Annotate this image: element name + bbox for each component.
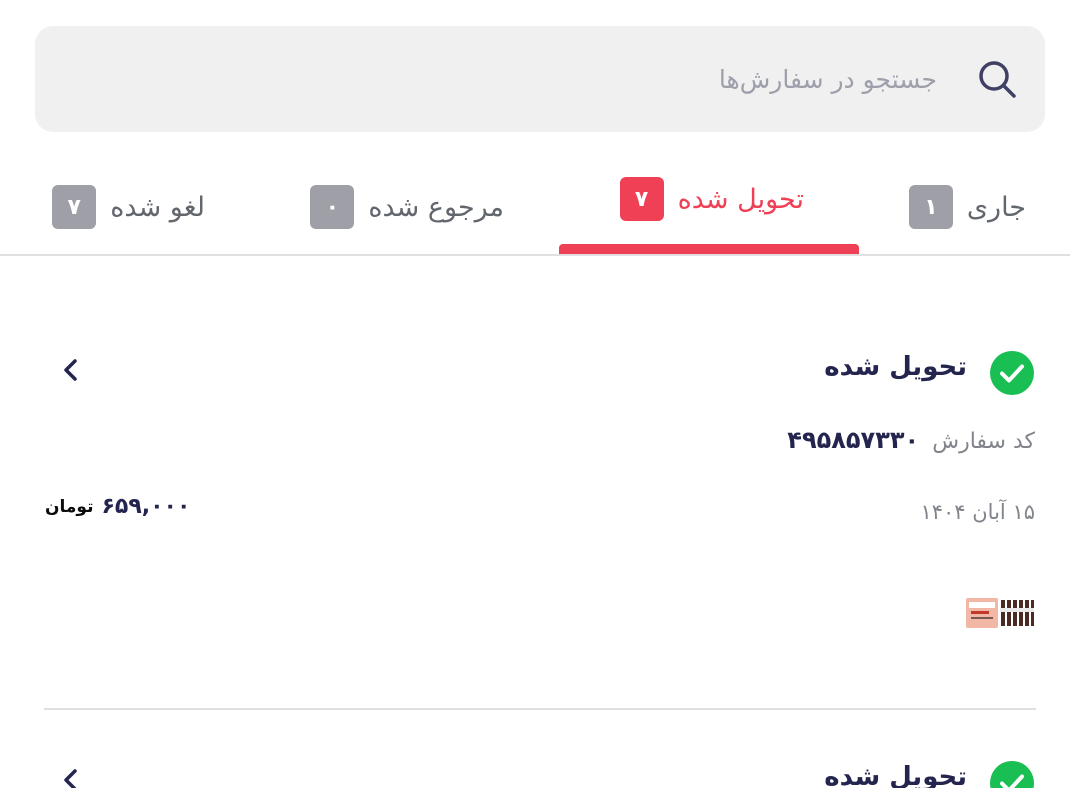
order-code: ۴۹۵۸۵۷۳۳۰ <box>787 426 920 454</box>
order-status: تحویل شده <box>824 762 967 788</box>
order-price: ۶۵۹,۰۰۰ تومان <box>45 494 190 519</box>
tab-label: تحویل شده <box>677 183 804 215</box>
tab-count-badge: ۷ <box>52 185 97 229</box>
order-status: تحویل شده <box>824 352 967 382</box>
check-circle-icon <box>989 350 1035 396</box>
active-tab-indicator <box>559 244 859 254</box>
chevron-left-icon[interactable] <box>55 764 87 788</box>
order-card[interactable]: تحویل شده کد سفارش ۴۹۵۸۵۷۳۳۰ ۱۵ آبان ۱۴۰… <box>35 348 1035 648</box>
tab-delivered[interactable]: تحویل شده ۷ <box>619 160 804 238</box>
price-value: ۶۵۹,۰۰۰ <box>101 494 191 519</box>
order-header[interactable]: تحویل شده <box>35 758 1035 788</box>
tab-label: لغو شده <box>110 191 205 223</box>
tab-count-badge: ۱ <box>908 185 953 229</box>
search-icon[interactable] <box>975 57 1019 101</box>
orders-page: جاری ۱ تحویل شده ۷ مرجوع شده ۰ لغو شده ۷… <box>0 0 1070 788</box>
order-card[interactable]: تحویل شده <box>35 758 1035 788</box>
tab-cancelled[interactable]: لغو شده ۷ <box>52 160 205 254</box>
tab-label: مرجوع شده <box>368 191 504 223</box>
tab-current[interactable]: جاری ۱ <box>908 160 1026 254</box>
price-currency: تومان <box>45 496 94 517</box>
search-input[interactable] <box>35 49 937 109</box>
order-header[interactable]: تحویل شده <box>35 348 1035 398</box>
order-code-label: کد سفارش <box>932 429 1035 454</box>
tab-returned[interactable]: مرجوع شده ۰ <box>310 160 504 254</box>
order-status-tabs: جاری ۱ تحویل شده ۷ مرجوع شده ۰ لغو شده ۷ <box>0 160 1070 256</box>
search-bar[interactable] <box>35 26 1045 132</box>
chevron-left-icon[interactable] <box>55 354 87 386</box>
product-thumbnail[interactable] <box>965 590 1035 632</box>
order-code-row: کد سفارش ۴۹۵۸۵۷۳۳۰ <box>787 426 1035 454</box>
tab-count-badge: ۰ <box>310 185 355 229</box>
order-date: ۱۵ آبان ۱۴۰۴ <box>920 500 1035 524</box>
tab-label: جاری <box>966 191 1026 223</box>
check-circle-icon <box>989 760 1035 788</box>
order-divider <box>44 708 1036 710</box>
tab-count-badge: ۷ <box>619 177 664 221</box>
